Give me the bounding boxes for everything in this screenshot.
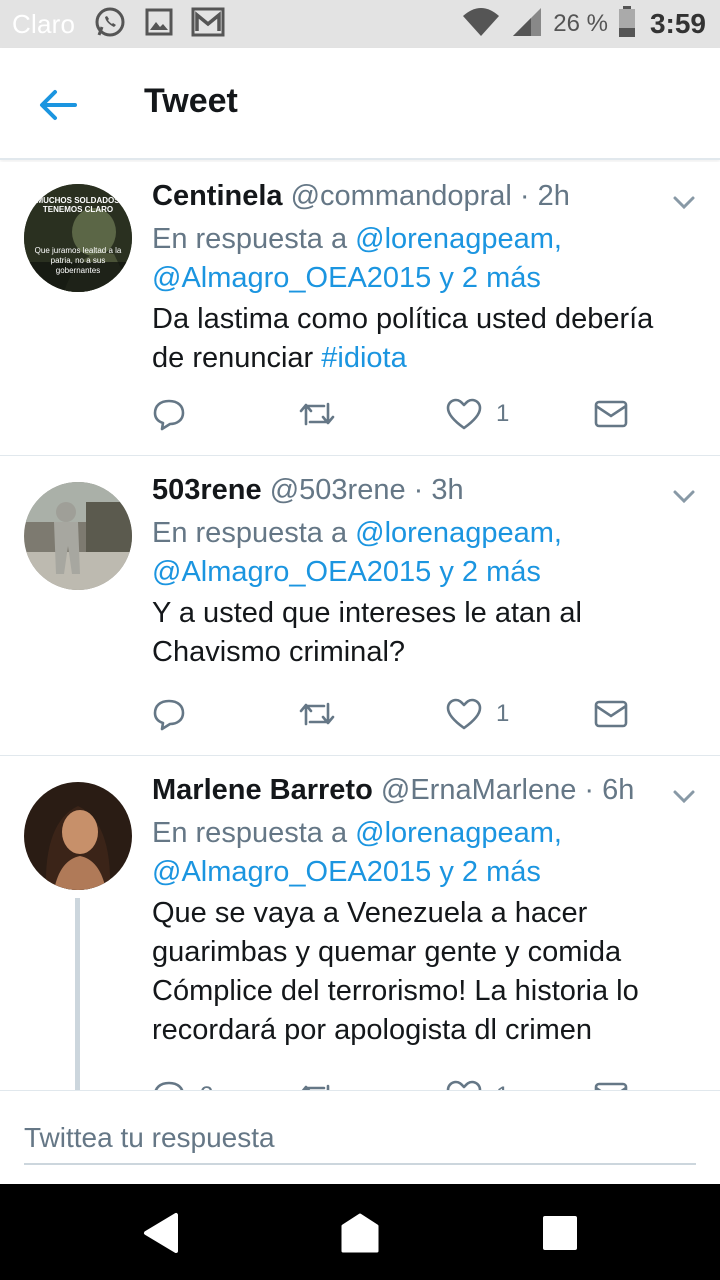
tweet-time: 3h (431, 474, 464, 506)
reply-context: En respuesta a @lorenagpeam, @Almagro_OE… (152, 220, 692, 298)
retweet-icon (301, 1084, 330, 1090)
reply-context: En respuesta a @lorenagpeam, @Almagro_OE… (152, 514, 692, 592)
nav-back-button[interactable] (135, 1208, 185, 1258)
page-title: Tweet (144, 82, 238, 120)
avatar-caption-bottom: Que juramos lealtad a la patria, no a su… (34, 246, 122, 275)
avatar[interactable] (24, 482, 132, 590)
retweet-icon (299, 702, 335, 726)
like-button[interactable]: 1 (446, 394, 509, 434)
back-arrow-icon (40, 90, 77, 120)
author-name[interactable]: Marlene Barreto (152, 774, 373, 806)
reply-icon (153, 399, 185, 431)
tweet-actions: 1 (152, 394, 652, 434)
direct-message-button[interactable] (594, 394, 628, 434)
thread-connector-line (75, 898, 80, 1090)
reply-icon (153, 699, 185, 731)
reply-mention-link[interactable]: @lorenagpeam, (355, 817, 562, 849)
like-icon (446, 698, 482, 730)
tweet-menu-button[interactable] (670, 782, 698, 810)
wifi-icon (461, 6, 501, 43)
tweet-menu-button[interactable] (670, 188, 698, 216)
retweet-button[interactable] (298, 694, 336, 734)
author-handle[interactable]: @ErnaMarlene (381, 774, 576, 806)
reply-prefix: En respuesta a (152, 817, 348, 849)
tweet-time: 6h (602, 774, 635, 806)
chevron-down-icon (673, 490, 695, 504)
tweet-header: 503rene @503rene · 3h (152, 474, 464, 506)
author-handle[interactable]: @503rene (270, 474, 406, 506)
reply-prefix: En respuesta a (152, 517, 348, 549)
author-handle[interactable]: @commandopral (291, 180, 512, 212)
like-icon (446, 1080, 482, 1090)
avatar[interactable] (24, 782, 132, 890)
tweet-text: Que se vaya a Venezuela a hacer guarimba… (152, 897, 639, 1046)
like-icon (446, 398, 482, 430)
tweet-item[interactable]: 503rene @503rene · 3h En respuesta a @lo… (0, 456, 720, 756)
nav-home-button[interactable] (335, 1208, 385, 1258)
nav-recents-button[interactable] (535, 1208, 585, 1258)
carrier-label: Claro (12, 8, 76, 39)
avatar-caption-top: MUCHOS SOLDADOS TENEMOS CLARO (36, 196, 120, 214)
like-count: 1 (496, 400, 510, 427)
direct-message-button[interactable] (594, 1076, 628, 1090)
back-button[interactable] (30, 78, 84, 132)
reply-button[interactable]: 2 (152, 1076, 213, 1090)
direct-message-icon (594, 700, 628, 728)
nav-back-icon (144, 1213, 178, 1253)
reply-prefix: En respuesta a (152, 223, 348, 255)
tweet-text: Y a usted que intereses le atan al Chavi… (152, 597, 582, 668)
tweet-actions: 2 1 (152, 1076, 652, 1090)
clock: 3:59 (649, 8, 706, 39)
reply-mention-link[interactable]: @Almagro_OEA2015 y 2 más (152, 556, 541, 588)
system-nav-bar (0, 1184, 720, 1280)
reply-mention-link[interactable]: @lorenagpeam, (355, 223, 562, 255)
reply-context: En respuesta a @lorenagpeam, @Almagro_OE… (152, 814, 692, 892)
reply-mention-link[interactable]: @lorenagpeam, (355, 517, 562, 549)
reply-composer (0, 1090, 720, 1184)
reply-button[interactable] (152, 694, 186, 734)
avatar[interactable]: MUCHOS SOLDADOS TENEMOS CLARO Que juramo… (24, 184, 132, 292)
hashtag-link[interactable]: #idiota (321, 342, 406, 374)
reply-mention-link[interactable]: @Almagro_OEA2015 y 2 más (152, 262, 541, 294)
direct-message-icon (594, 1082, 628, 1090)
chevron-down-icon (673, 790, 695, 804)
battery-icon (618, 5, 636, 43)
tweet-menu-button[interactable] (670, 482, 698, 510)
status-bar: Claro 26 % 3:59 (0, 0, 720, 48)
tweet-text: Da lastima como política usted debería d… (152, 303, 654, 374)
reply-mention-link[interactable]: @Almagro_OEA2015 y 2 más (152, 856, 541, 888)
nav-home-icon (341, 1213, 379, 1253)
retweet-button[interactable] (298, 1076, 336, 1090)
tweet-time: 2h (537, 180, 570, 212)
gmail-icon (191, 7, 225, 42)
direct-message-icon (594, 400, 628, 428)
retweet-icon (299, 402, 335, 426)
like-button[interactable]: 1 (446, 694, 509, 734)
like-count: 1 (496, 700, 510, 727)
tweet-header: Marlene Barreto @ErnaMarlene · 6h (152, 774, 635, 806)
image-icon (145, 8, 173, 41)
tweet-header: Centinela @commandopral · 2h (152, 180, 570, 212)
tweet-item[interactable]: Marlene Barreto @ErnaMarlene · 6h En res… (0, 756, 720, 1090)
reply-input[interactable] (24, 1113, 696, 1165)
reply-button[interactable] (152, 394, 186, 434)
tweet-actions: 1 (152, 694, 652, 734)
battery-percent: 26 % (553, 10, 608, 37)
chevron-down-icon (673, 196, 695, 210)
reply-icon (154, 1081, 184, 1090)
author-name[interactable]: 503rene (152, 474, 262, 506)
author-name[interactable]: Centinela (152, 180, 283, 212)
tweet-item[interactable]: MUCHOS SOLDADOS TENEMOS CLARO Que juramo… (0, 162, 720, 456)
like-button[interactable]: 1 (446, 1076, 509, 1090)
nav-recents-icon (543, 1216, 577, 1250)
direct-message-button[interactable] (594, 694, 628, 734)
whatsapp-icon (93, 5, 127, 44)
app-bar: Tweet (0, 48, 720, 160)
retweet-button[interactable] (298, 394, 336, 434)
like-count: 1 (496, 1082, 509, 1090)
signal-icon (511, 6, 543, 43)
reply-count: 2 (200, 1082, 213, 1090)
